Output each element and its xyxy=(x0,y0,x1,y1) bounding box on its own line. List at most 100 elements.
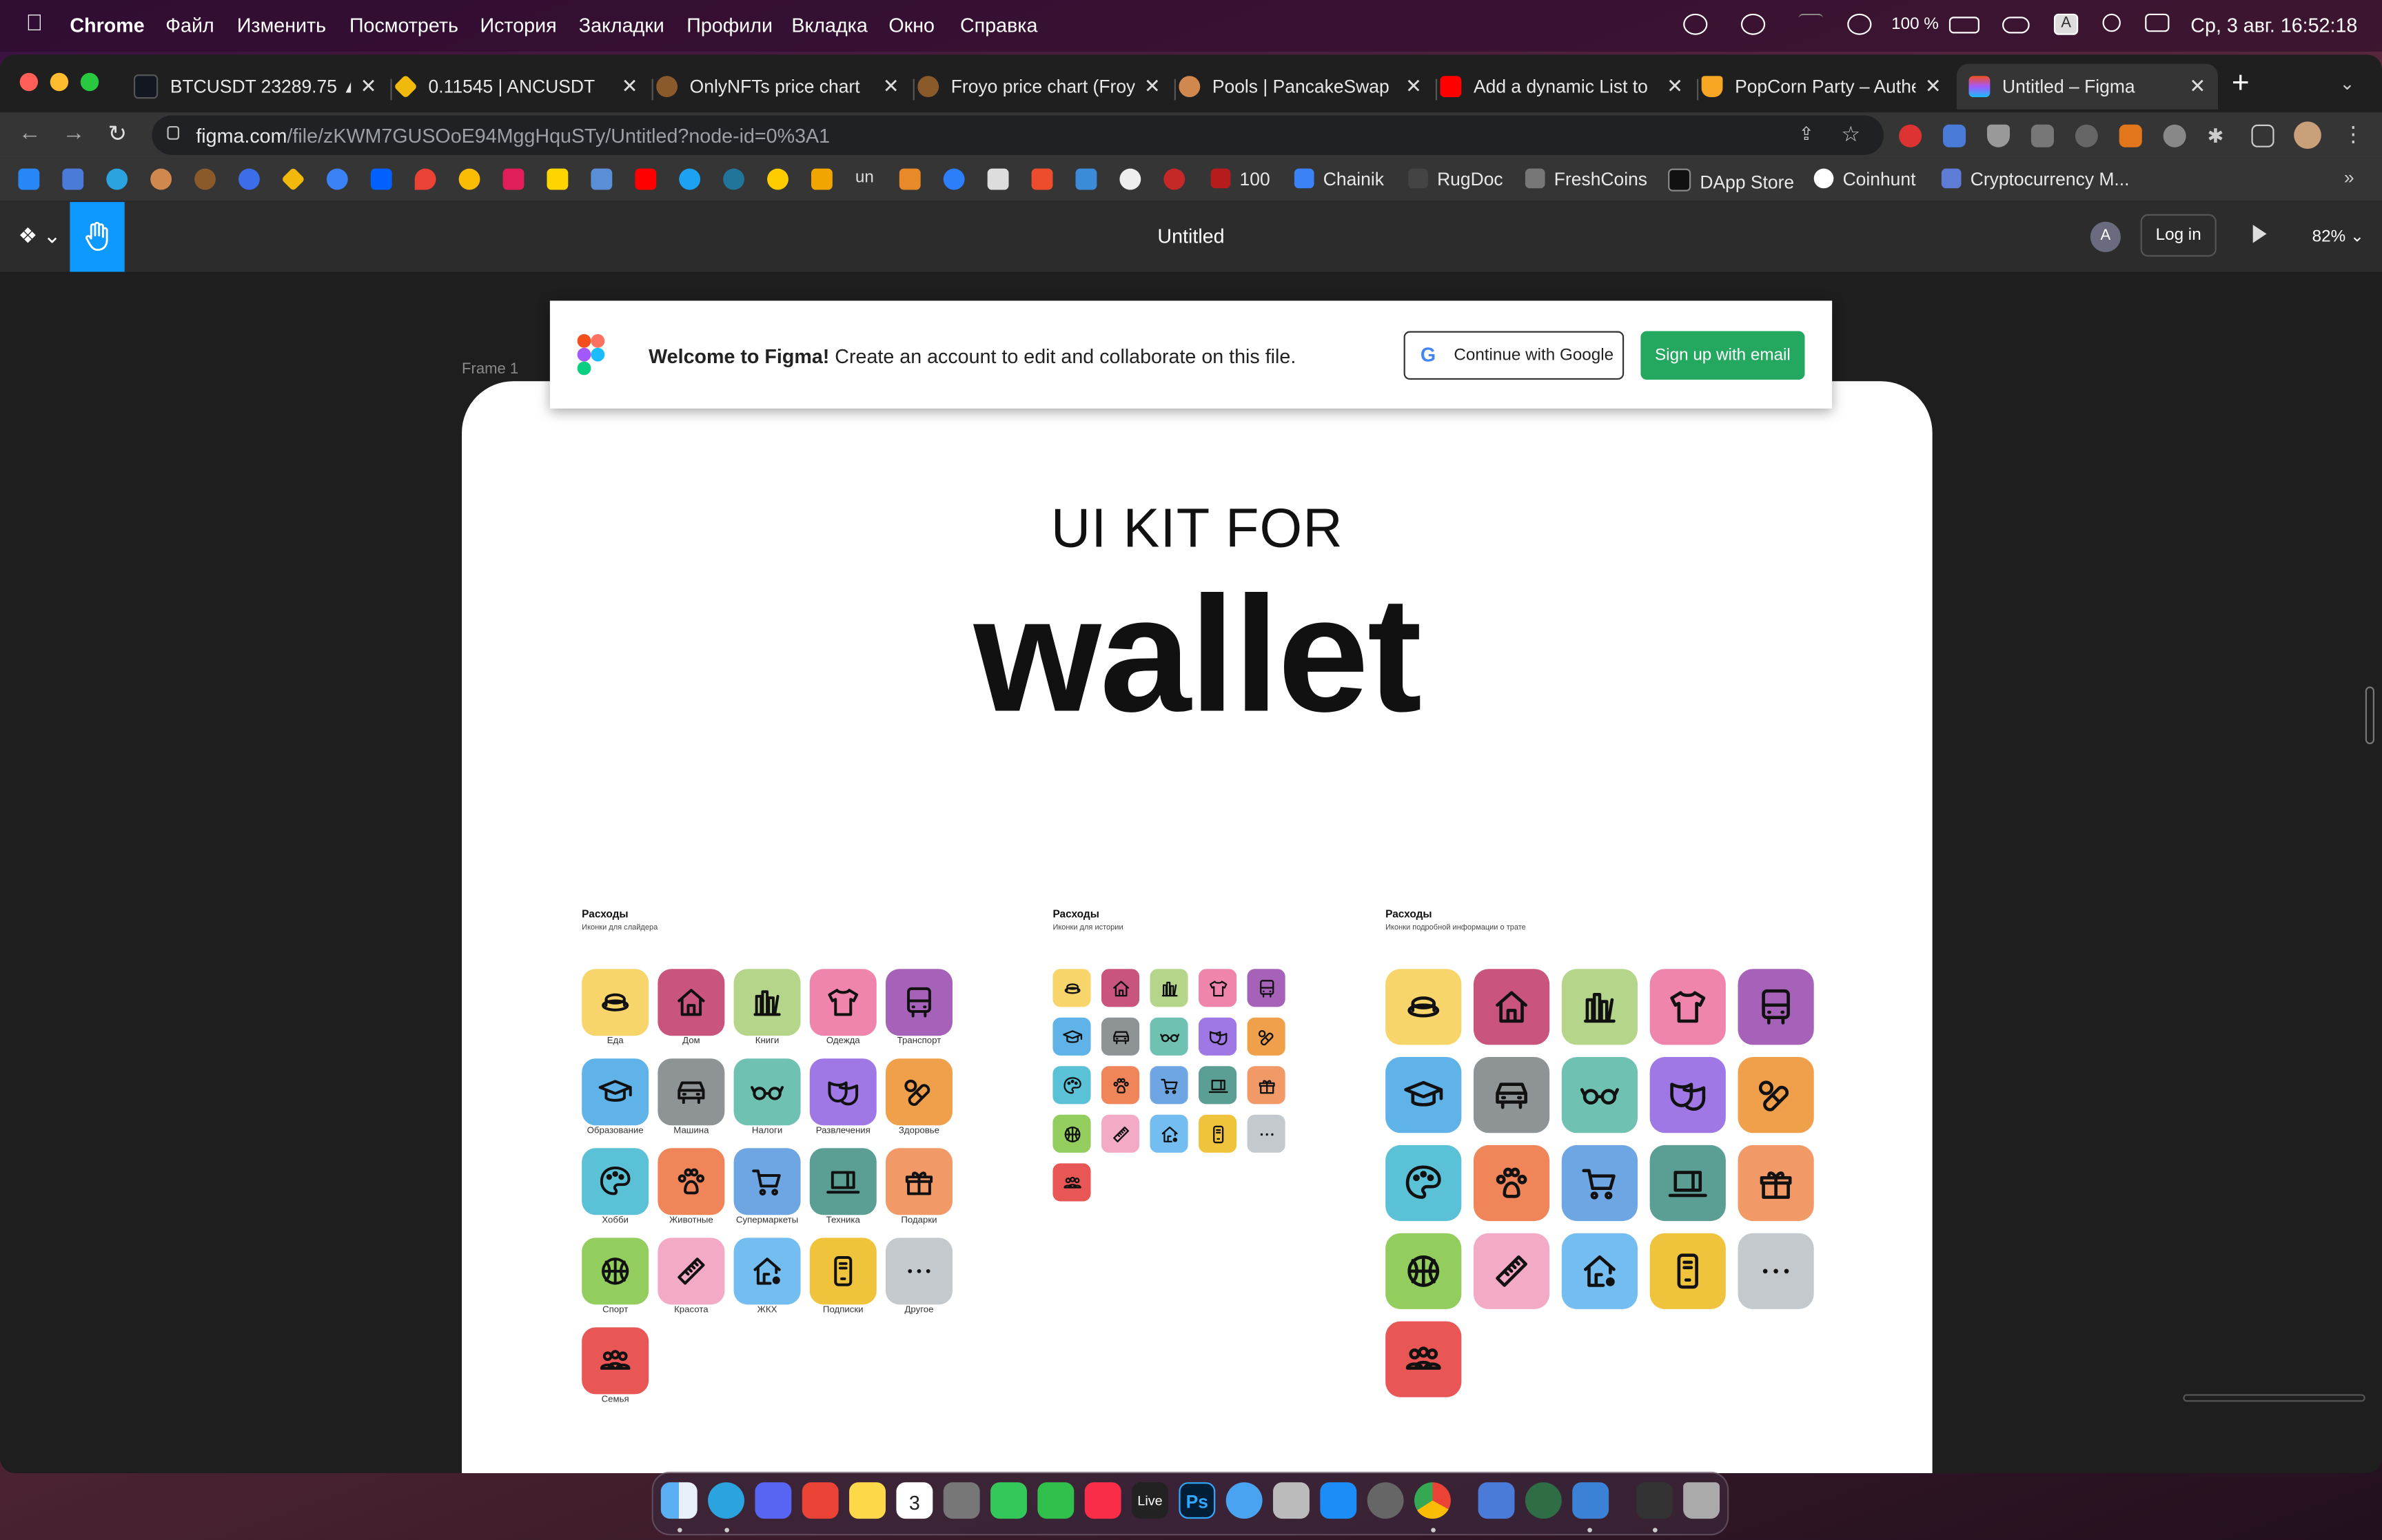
creative-cloud-icon[interactable] xyxy=(1740,13,1766,35)
history-icon-tile[interactable] xyxy=(1247,969,1285,1007)
menu-profiles[interactable]: Профили xyxy=(686,14,773,37)
vertical-scrollbar[interactable] xyxy=(2365,686,2375,745)
close-tab-icon[interactable]: ✕ xyxy=(2189,74,2206,99)
muted-icon[interactable] xyxy=(1798,13,1823,35)
slider-icon-tile[interactable] xyxy=(885,1148,953,1215)
history-icon-tile[interactable] xyxy=(1052,1163,1091,1202)
tab-ancusdt[interactable]: 0.11545 | ANCUSDT ✕ xyxy=(395,64,650,110)
slider-icon-tile[interactable] xyxy=(582,1148,649,1215)
menu-app-name[interactable]: Chrome xyxy=(70,14,144,37)
bookmark-icon[interactable] xyxy=(547,168,569,190)
battery-icon[interactable] xyxy=(1948,17,1979,34)
bookmark-icon[interactable] xyxy=(987,168,1009,190)
avatar[interactable]: A xyxy=(2090,221,2121,252)
slider-icon-tile[interactable] xyxy=(733,1058,801,1126)
discord-dock-icon[interactable] xyxy=(755,1482,792,1519)
new-tab-button[interactable]: + xyxy=(2232,67,2250,102)
link-icon[interactable] xyxy=(2002,17,2030,34)
history-icon-tile[interactable] xyxy=(1101,969,1140,1007)
detail-icon-tile[interactable] xyxy=(1649,1233,1726,1309)
history-icon-tile[interactable] xyxy=(1150,1017,1188,1056)
metamask-extension-icon[interactable] xyxy=(2119,124,2142,147)
facetime-dock-icon[interactable] xyxy=(1037,1482,1075,1519)
url-text[interactable]: figma.com/file/zKWM7GUSOoE94MggHquSTy/Un… xyxy=(196,125,830,147)
tab-search-chevron-icon[interactable]: ⌄ xyxy=(2339,73,2354,94)
slider-icon-tile[interactable] xyxy=(582,1327,649,1395)
horizontal-scrollbar[interactable] xyxy=(2183,1394,2365,1402)
slider-icon-tile[interactable] xyxy=(733,1148,801,1215)
bookmark-coinhunt[interactable]: Coinhunt xyxy=(1813,168,1915,190)
status-icon[interactable] xyxy=(1683,13,1708,35)
kebab-menu-icon[interactable]: ⋮ xyxy=(2343,121,2364,147)
extension-icon[interactable] xyxy=(2163,124,2186,147)
slider-icon-tile[interactable] xyxy=(733,1238,801,1305)
tab-onlynfts[interactable]: OnlyNFTs price chart ✕ xyxy=(656,64,911,110)
bookmark-icon[interactable] xyxy=(238,168,260,190)
continue-with-google-button[interactable]: G Continue with Google xyxy=(1403,331,1625,380)
history-icon-tile[interactable] xyxy=(1150,969,1188,1007)
apple-menu-icon[interactable]:  xyxy=(26,10,43,36)
detail-icon-tile[interactable] xyxy=(1738,1057,1814,1133)
detail-icon-tile[interactable] xyxy=(1649,969,1726,1045)
shield-extension-icon[interactable] xyxy=(1986,124,2011,147)
bookmark-icon[interactable] xyxy=(1031,168,1053,190)
slider-icon-tile[interactable] xyxy=(809,1058,877,1126)
xcode-dock-icon[interactable] xyxy=(1478,1482,1515,1519)
menu-history[interactable]: История xyxy=(480,14,556,37)
puzzle-extensions-icon[interactable]: ✱ xyxy=(2208,125,2230,147)
binance-bookmark-icon[interactable] xyxy=(281,167,305,192)
app-dock-icon[interactable] xyxy=(1225,1482,1263,1519)
tab-froyo[interactable]: Froyo price chart (Froyo) ✕ xyxy=(917,64,1172,110)
bookmark-icon[interactable] xyxy=(326,168,348,190)
hand-tool-button[interactable] xyxy=(70,202,125,272)
messages-dock-icon[interactable] xyxy=(990,1482,1027,1519)
detail-icon-tile[interactable] xyxy=(1561,969,1638,1045)
notes-dock-icon[interactable] xyxy=(849,1482,886,1519)
figma-menu-icon[interactable]: ❖ ⌄ xyxy=(18,223,61,249)
bookmark-icon[interactable] xyxy=(1075,168,1097,190)
slider-icon-tile[interactable] xyxy=(658,1238,725,1305)
log-in-button[interactable]: Log in xyxy=(2140,214,2217,257)
bookmark-rugdoc[interactable]: RugDoc xyxy=(1408,168,1503,190)
maximize-window-button[interactable] xyxy=(80,72,99,92)
history-icon-tile[interactable] xyxy=(1052,1017,1091,1056)
history-icon-tile[interactable] xyxy=(1101,1066,1140,1105)
tab-pancakeswap[interactable]: Pools | PancakeSwap ✕ xyxy=(1179,64,1434,110)
incognito-extension-icon[interactable] xyxy=(2075,124,2098,147)
control-center-icon[interactable] xyxy=(2145,13,2170,32)
youtube-bookmark-icon[interactable] xyxy=(635,168,657,190)
side-panel-icon[interactable] xyxy=(2251,124,2274,147)
tab-btcusdt[interactable]: BTCUSDT 23289.75 ▲ ✕ xyxy=(133,64,389,110)
telegram-dock-icon[interactable] xyxy=(708,1482,745,1519)
twitter-bookmark-icon[interactable] xyxy=(679,168,701,190)
play-status-icon[interactable] xyxy=(1847,13,1872,35)
detail-icon-tile[interactable] xyxy=(1738,1144,1814,1222)
detail-icon-tile[interactable] xyxy=(1385,1321,1462,1397)
search-icon[interactable] xyxy=(2102,13,2121,32)
close-tab-icon[interactable]: ✕ xyxy=(1667,74,1683,99)
chrome-dock-icon[interactable] xyxy=(1414,1482,1451,1519)
menu-bookmarks[interactable]: Закладки xyxy=(579,14,664,37)
slider-icon-tile[interactable] xyxy=(809,1238,877,1305)
bookmark-icon[interactable] xyxy=(1119,168,1141,190)
bookmarks-overflow-icon[interactable]: » xyxy=(2344,167,2354,188)
ableton-live-dock-icon[interactable]: Live xyxy=(1132,1482,1168,1519)
telegram-bookmark-icon[interactable] xyxy=(106,168,128,190)
detail-icon-tile[interactable] xyxy=(1385,1144,1462,1222)
bookmark-100[interactable]: 100 xyxy=(1210,168,1270,190)
minimize-window-button[interactable] xyxy=(50,72,69,92)
history-icon-tile[interactable] xyxy=(1199,1066,1237,1105)
adblock-extension-icon[interactable] xyxy=(1899,124,1922,147)
bookmark-icon[interactable]: un xyxy=(855,169,877,190)
finder-dock-icon[interactable] xyxy=(660,1482,698,1519)
history-icon-tile[interactable] xyxy=(1199,969,1237,1007)
bookmark-icon[interactable] xyxy=(943,168,965,190)
slider-icon-tile[interactable] xyxy=(658,1058,725,1126)
bookmark-dapp-store[interactable]: DApp Store xyxy=(1668,168,1794,193)
history-icon-tile[interactable] xyxy=(1052,1066,1091,1105)
history-icon-tile[interactable] xyxy=(1101,1114,1140,1153)
tab-figma-active[interactable]: Untitled – Figma ✕ xyxy=(1956,63,2218,110)
translate-bookmark-icon[interactable] xyxy=(62,168,84,190)
simulator-dock-icon[interactable] xyxy=(1636,1482,1673,1519)
slider-icon-tile[interactable] xyxy=(658,1148,725,1215)
